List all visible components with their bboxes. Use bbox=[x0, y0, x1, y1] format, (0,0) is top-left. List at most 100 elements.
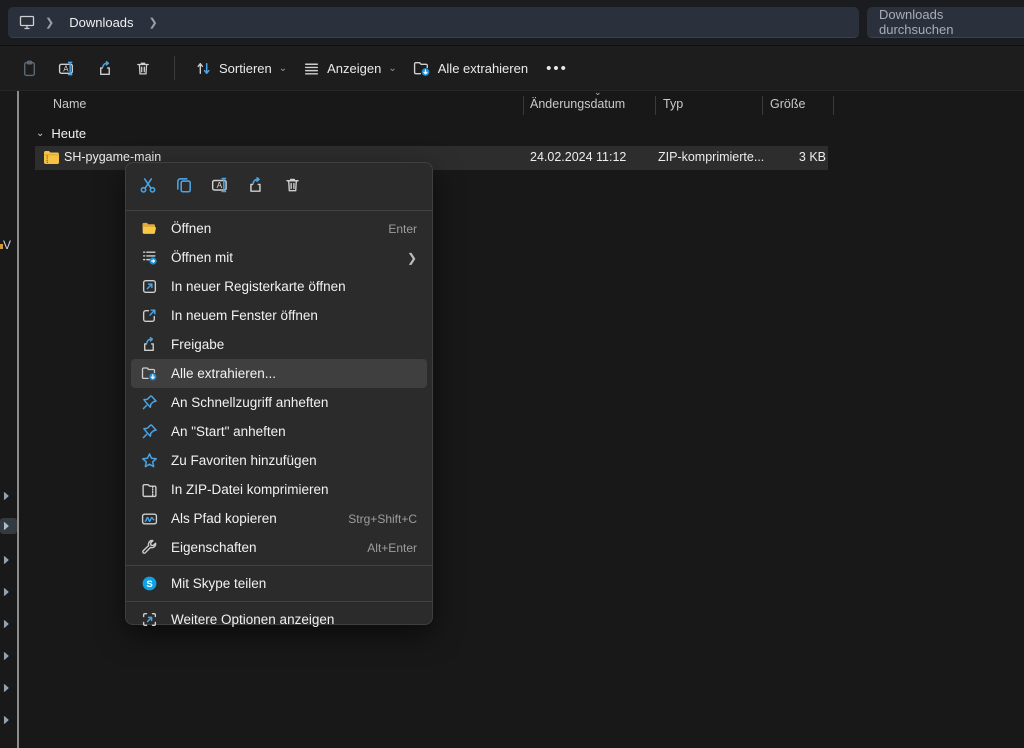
paste-button[interactable] bbox=[10, 51, 48, 85]
pin-icon bbox=[141, 394, 158, 411]
nav-chevron-icon[interactable] bbox=[2, 616, 16, 632]
sort-button[interactable]: Sortieren ⌄ bbox=[187, 51, 295, 85]
column-divider[interactable] bbox=[655, 96, 656, 115]
new-window-icon bbox=[141, 307, 158, 324]
nav-chevron-icon[interactable] bbox=[2, 488, 16, 504]
extract-icon bbox=[141, 365, 158, 382]
column-header-size[interactable]: Größe bbox=[770, 97, 805, 111]
search-input[interactable]: Downloads durchsuchen bbox=[867, 7, 1024, 38]
column-header-name[interactable]: Name bbox=[53, 97, 86, 111]
breadcrumb-location[interactable]: Downloads bbox=[63, 13, 139, 32]
share-button[interactable] bbox=[86, 51, 124, 85]
this-pc-icon[interactable] bbox=[18, 14, 36, 30]
title-bar: ❯ Downloads ❯ Downloads durchsuchen bbox=[0, 0, 1024, 45]
skype-icon: S bbox=[141, 575, 158, 592]
menu-item-open-with[interactable]: Öffnen mit ❯ bbox=[131, 243, 427, 272]
view-button[interactable]: Anzeigen ⌄ bbox=[295, 51, 405, 85]
menu-separator bbox=[126, 601, 432, 602]
extract-icon bbox=[413, 60, 431, 77]
column-header-row: Name ⌄ Änderungsdatum Typ Größe bbox=[20, 94, 1024, 118]
nav-chevron-icon[interactable] bbox=[2, 648, 16, 664]
search-placeholder: Downloads durchsuchen bbox=[879, 7, 1020, 37]
nav-chevron-icon[interactable] bbox=[2, 552, 16, 568]
copy-button[interactable] bbox=[170, 171, 198, 199]
chevron-down-icon: ⌄ bbox=[388, 63, 396, 74]
group-header-heute[interactable]: ⌄ Heute bbox=[36, 123, 86, 143]
breadcrumb-chevron-icon: ❯ bbox=[45, 16, 54, 29]
svg-text:A: A bbox=[216, 180, 222, 190]
sort-label: Sortieren bbox=[219, 61, 272, 76]
delete-icon bbox=[135, 60, 151, 77]
toolbar-separator bbox=[174, 56, 175, 80]
cut-button[interactable] bbox=[134, 171, 162, 199]
svg-text:A: A bbox=[63, 64, 69, 73]
extract-all-button[interactable]: Alle extrahieren bbox=[405, 51, 536, 85]
nav-chevron-icon[interactable] bbox=[2, 680, 16, 696]
copy-path-icon bbox=[141, 510, 158, 527]
paste-icon bbox=[21, 60, 38, 77]
rename-button[interactable]: A bbox=[48, 51, 86, 85]
address-bar[interactable]: ❯ Downloads ❯ bbox=[8, 7, 859, 38]
pane-splitter[interactable] bbox=[17, 91, 19, 748]
column-divider[interactable] bbox=[523, 96, 524, 115]
menu-item-share[interactable]: Freigabe bbox=[131, 330, 427, 359]
share-icon bbox=[97, 60, 114, 77]
menu-item-properties[interactable]: Eigenschaften Alt+Enter bbox=[131, 533, 427, 562]
menu-item-show-more-options[interactable]: Weitere Optionen anzeigen bbox=[131, 605, 427, 634]
view-icon bbox=[303, 60, 320, 77]
view-label: Anzeigen bbox=[327, 61, 381, 76]
menu-item-compress-zip[interactable]: In ZIP-Datei komprimieren bbox=[131, 475, 427, 504]
delete-button[interactable] bbox=[124, 51, 162, 85]
column-header-type[interactable]: Typ bbox=[663, 97, 683, 111]
group-label: Heute bbox=[51, 126, 86, 141]
more-options-button[interactable]: ••• bbox=[536, 60, 578, 77]
wrench-icon bbox=[141, 539, 158, 556]
folder-open-icon bbox=[141, 220, 158, 237]
group-collapse-icon[interactable]: ⌄ bbox=[36, 128, 44, 139]
extract-label: Alle extrahieren bbox=[438, 61, 528, 76]
rename-icon: A bbox=[58, 60, 76, 77]
svg-text:S: S bbox=[146, 579, 152, 590]
chevron-down-icon: ⌄ bbox=[279, 63, 287, 74]
file-type: ZIP-komprimierte... bbox=[658, 150, 764, 164]
shortcut-label: Strg+Shift+C bbox=[348, 512, 417, 526]
nav-chevron-icon[interactable] bbox=[2, 712, 16, 728]
shortcut-label: Alt+Enter bbox=[367, 541, 417, 555]
column-header-modified[interactable]: Änderungsdatum bbox=[530, 97, 625, 111]
share-icon bbox=[141, 336, 158, 353]
file-size: 3 KB bbox=[772, 150, 826, 164]
menu-separator bbox=[126, 210, 432, 211]
menu-item-copy-as-path[interactable]: Als Pfad kopieren Strg+Shift+C bbox=[131, 504, 427, 533]
open-with-icon bbox=[141, 249, 158, 266]
quick-action-row: A bbox=[126, 169, 432, 207]
delete-button[interactable] bbox=[278, 171, 306, 199]
new-tab-icon bbox=[141, 278, 158, 295]
more-options-icon bbox=[141, 611, 158, 628]
file-modified: 24.02.2024 11:12 bbox=[530, 150, 626, 164]
zip-folder-icon bbox=[43, 150, 60, 165]
column-divider[interactable] bbox=[762, 96, 763, 115]
star-icon bbox=[141, 452, 158, 469]
command-toolbar: A Sortieren ⌄ Anzeigen ⌄ Alle extrahiere… bbox=[0, 45, 1024, 91]
breadcrumb-chevron-icon[interactable]: ❯ bbox=[149, 16, 158, 29]
zip-folder-icon bbox=[141, 481, 158, 498]
menu-item-pin-quick-access[interactable]: An Schnellzugriff anheften bbox=[131, 388, 427, 417]
nav-item-clipped-label: V bbox=[3, 238, 11, 252]
menu-item-extract-all[interactable]: Alle extrahieren... bbox=[131, 359, 427, 388]
menu-item-share-skype[interactable]: S Mit Skype teilen bbox=[131, 569, 427, 598]
menu-item-open-new-tab[interactable]: In neuer Registerkarte öffnen bbox=[131, 272, 427, 301]
menu-item-open-new-window[interactable]: In neuem Fenster öffnen bbox=[131, 301, 427, 330]
context-menu: A Öffnen Enter Öffnen mit ❯ In neuer Reg… bbox=[125, 162, 433, 625]
menu-item-add-favorites[interactable]: Zu Favoriten hinzufügen bbox=[131, 446, 427, 475]
column-divider[interactable] bbox=[833, 96, 834, 115]
shortcut-label: Enter bbox=[388, 222, 417, 236]
rename-button[interactable]: A bbox=[206, 171, 234, 199]
share-button[interactable] bbox=[242, 171, 270, 199]
menu-item-open[interactable]: Öffnen Enter bbox=[131, 214, 427, 243]
nav-chevron-icon[interactable] bbox=[0, 518, 17, 534]
submenu-chevron-icon: ❯ bbox=[407, 251, 417, 265]
menu-item-pin-start[interactable]: An "Start" anheften bbox=[131, 417, 427, 446]
sort-icon bbox=[195, 60, 212, 77]
nav-chevron-icon[interactable] bbox=[2, 584, 16, 600]
pin-icon bbox=[141, 423, 158, 440]
